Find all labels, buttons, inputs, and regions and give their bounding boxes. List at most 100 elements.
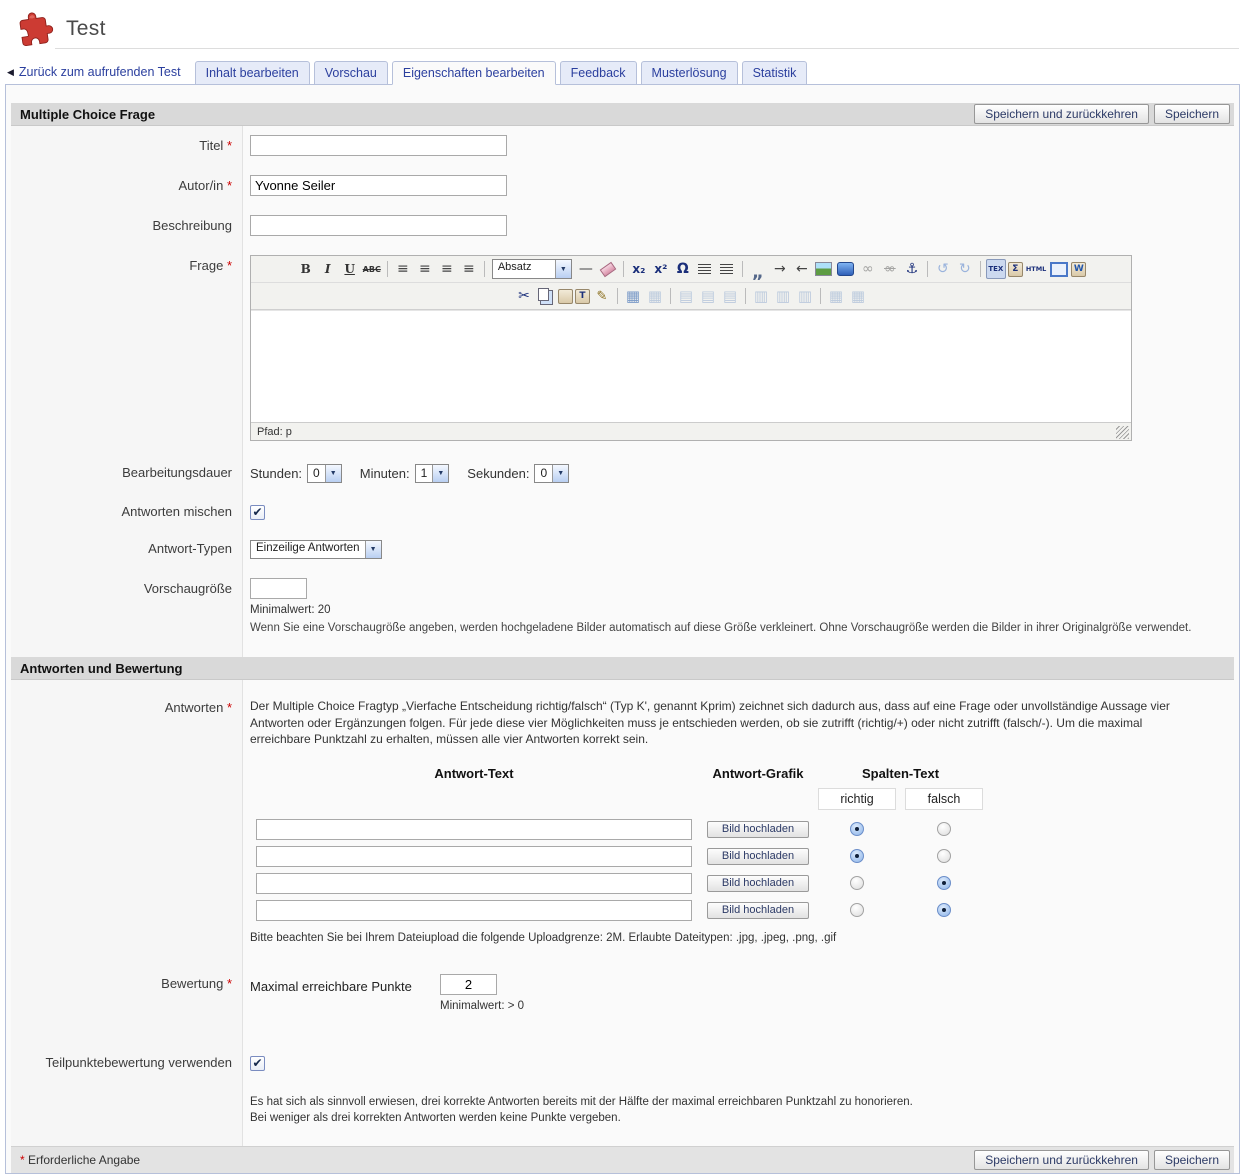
tab-statistik[interactable]: Statistik [742, 61, 808, 85]
paste-text-icon[interactable]: T [575, 289, 590, 304]
remove-format-icon[interactable] [598, 259, 618, 279]
numbered-list-icon[interactable] [717, 259, 737, 279]
col-richtig: richtig [818, 788, 896, 810]
cell-props-icon[interactable]: ▦ [645, 286, 665, 306]
save-button-top[interactable]: Speichern [1154, 104, 1230, 124]
bewertung-label: Bewertung [161, 976, 223, 991]
split-cells-icon[interactable]: ▦ [826, 286, 846, 306]
blockquote-icon[interactable]: „ [748, 259, 768, 279]
antwort-typen-select[interactable]: Einzeilige Antworten▼ [250, 540, 382, 559]
charmap-icon[interactable]: Ω [673, 259, 693, 279]
max-points-input[interactable] [440, 974, 497, 995]
cut-icon[interactable]: ✂ [514, 286, 534, 306]
image-icon[interactable] [814, 259, 834, 279]
rich-text-editor: BIUABC≡≡≡≡Absatz▼—x₂x²Ω„→←∞∞⚓↺↻TEXΣHTMLW… [250, 255, 1132, 441]
radio-richtig-4[interactable] [850, 903, 864, 917]
col-before-icon[interactable]: ▥ [751, 286, 771, 306]
redo-icon[interactable]: ↻ [955, 259, 975, 279]
vorschaugroesse-byline: Wenn Sie eine Vorschaugröße angeben, wer… [250, 622, 1234, 634]
antworten-description: Der Multiple Choice Fragtyp „Vierfache E… [250, 698, 1178, 748]
antworten-mischen-checkbox[interactable]: ✔ [250, 505, 265, 520]
anchor-icon[interactable]: ⚓ [902, 259, 922, 279]
editor-content-area[interactable] [251, 310, 1131, 422]
align-right-icon[interactable]: ≡ [437, 259, 457, 279]
strikethrough-icon[interactable]: ABC [362, 259, 382, 279]
bold-icon[interactable]: B [296, 259, 316, 279]
subscript-icon[interactable]: x₂ [629, 259, 649, 279]
bullet-list-icon[interactable] [695, 259, 715, 279]
tex-icon[interactable]: TEX [986, 259, 1006, 279]
tab-musterloesung[interactable]: Musterlösung [641, 61, 738, 85]
delete-row-icon[interactable]: ▤ [720, 286, 740, 306]
editor-resize-handle[interactable] [1116, 426, 1129, 439]
indent-icon[interactable]: → [770, 259, 790, 279]
radio-richtig-3[interactable] [850, 876, 864, 890]
align-center-icon[interactable]: ≡ [415, 259, 435, 279]
radio-falsch-1[interactable] [937, 822, 951, 836]
upload-image-button-1[interactable]: Bild hochladen [707, 821, 809, 838]
radio-falsch-3[interactable] [937, 876, 951, 890]
back-link[interactable]: ◀ Zurück zum aufrufenden Test [7, 65, 181, 79]
frage-label: Frage [189, 258, 223, 273]
bearbeitungsdauer-label: Bearbeitungsdauer [122, 465, 232, 480]
upload-image-button-3[interactable]: Bild hochladen [707, 875, 809, 892]
form-row-vorschaugroesse: Vorschaugröße Minimalwert: 20 Wenn Sie e… [11, 569, 1234, 657]
autor-input[interactable] [250, 175, 507, 196]
save-button-bottom[interactable]: Speichern [1154, 1150, 1230, 1170]
tab-inhalt-bearbeiten[interactable]: Inhalt bearbeiten [195, 61, 310, 85]
format-select[interactable]: Absatz▼ [492, 259, 572, 279]
tab-eigenschaften-bearbeiten[interactable]: Eigenschaften bearbeiten [392, 61, 556, 85]
merge-cells-icon[interactable]: ▦ [848, 286, 868, 306]
undo-icon[interactable]: ↺ [933, 259, 953, 279]
teilpunkte-checkbox[interactable]: ✔ [250, 1056, 265, 1071]
row-before-icon[interactable]: ▤ [676, 286, 696, 306]
table-icon[interactable]: ▦ [623, 286, 643, 306]
radio-falsch-2[interactable] [937, 849, 951, 863]
edit-icon[interactable]: ✎ [592, 286, 612, 306]
vorschaugroesse-label: Vorschaugröße [144, 581, 232, 596]
paste-word-icon[interactable]: W [1071, 262, 1086, 277]
tab-vorschau[interactable]: Vorschau [314, 61, 388, 85]
toolbar-separator [742, 261, 743, 277]
fullscreen-icon[interactable] [1049, 259, 1069, 279]
stunden-select[interactable]: 0▼ [307, 464, 342, 483]
beschreibung-input[interactable] [250, 215, 507, 236]
radio-richtig-1[interactable] [850, 822, 864, 836]
row-after-icon[interactable]: ▤ [698, 286, 718, 306]
minuten-select[interactable]: 1▼ [415, 464, 450, 483]
unlink-icon[interactable]: ∞ [880, 259, 900, 279]
toolbar-separator [623, 261, 624, 277]
radio-falsch-4[interactable] [937, 903, 951, 917]
paste-sigma-icon[interactable]: Σ [1008, 262, 1023, 277]
upload-image-button-2[interactable]: Bild hochladen [707, 848, 809, 865]
vorschaugroesse-input[interactable] [250, 578, 307, 599]
paste-icon[interactable] [558, 289, 573, 304]
html-icon[interactable]: HTML [1025, 259, 1047, 279]
italic-icon[interactable]: I [318, 259, 338, 279]
answer-text-input-4[interactable] [256, 900, 692, 921]
tab-feedback[interactable]: Feedback [560, 61, 637, 85]
align-left-icon[interactable]: ≡ [393, 259, 413, 279]
app-header: Test [0, 0, 1245, 48]
link-icon[interactable]: ∞ [858, 259, 878, 279]
superscript-icon[interactable]: x² [651, 259, 671, 279]
answer-text-input-1[interactable] [256, 819, 692, 840]
delete-col-icon[interactable]: ▥ [795, 286, 815, 306]
answer-text-input-3[interactable] [256, 873, 692, 894]
answer-text-input-2[interactable] [256, 846, 692, 867]
titel-input[interactable] [250, 135, 507, 156]
sekunden-select[interactable]: 0▼ [534, 464, 569, 483]
upload-image-button-4[interactable]: Bild hochladen [707, 902, 809, 919]
antworten-label: Antworten [165, 700, 224, 715]
radio-richtig-2[interactable] [850, 849, 864, 863]
outdent-icon[interactable]: ← [792, 259, 812, 279]
media-icon[interactable] [836, 259, 856, 279]
underline-icon[interactable]: U [340, 259, 360, 279]
copy-icon[interactable] [536, 286, 556, 306]
hr-icon[interactable]: — [576, 259, 596, 279]
align-justify-icon[interactable]: ≡ [459, 259, 479, 279]
save-return-button-top[interactable]: Speichern und zurückkehren [974, 104, 1149, 124]
save-return-button-bottom[interactable]: Speichern und zurückkehren [974, 1150, 1149, 1170]
form-row-beschreibung: Beschreibung [11, 206, 1234, 246]
col-after-icon[interactable]: ▥ [773, 286, 793, 306]
